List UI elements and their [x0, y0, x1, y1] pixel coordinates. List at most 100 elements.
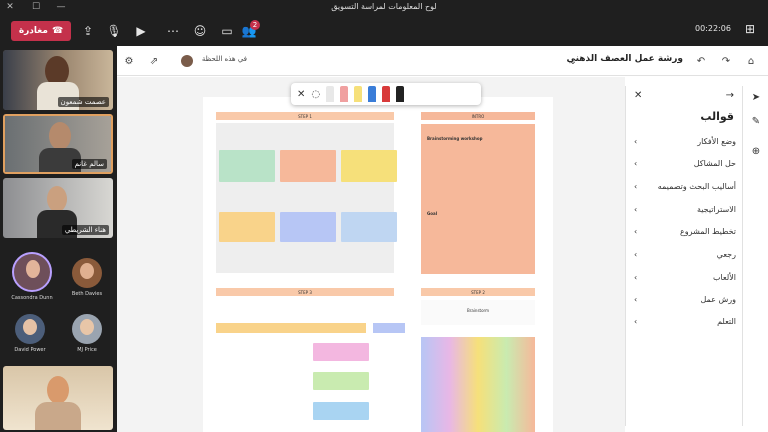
title-bar: ✕ ☐ — لوح المعلومات لمراسة التسويق — [0, 0, 768, 14]
template-category[interactable]: ‹ التعلم — [626, 314, 744, 328]
share-icon[interactable]: ⇪ — [80, 23, 96, 39]
step3-header: STEP 3 — [216, 288, 394, 296]
share-board-icon[interactable]: ⇗ — [148, 55, 160, 67]
sticky-grid — [421, 337, 535, 432]
template-category[interactable]: ‹ رجعي — [626, 247, 744, 261]
chevron-left-icon: ‹ — [634, 136, 638, 146]
template-category[interactable]: ‹ وضع الأفكار — [626, 134, 744, 148]
participant-avatar-tile[interactable]: MJ Price — [60, 314, 114, 368]
chevron-left-icon: ‹ — [634, 316, 638, 326]
sticky-group — [280, 150, 336, 182]
sticky-row — [313, 402, 369, 420]
select-pointer-icon[interactable]: ➤ — [749, 90, 763, 104]
category-label: حل المشاكل — [693, 158, 736, 168]
participant-name: David Power — [14, 347, 46, 353]
yellow-pen-icon[interactable] — [354, 86, 363, 102]
person-image — [47, 376, 69, 404]
category-label: رجعي — [716, 249, 736, 259]
layout-grid-icon[interactable]: ⊞ — [745, 23, 757, 35]
more-options-icon[interactable]: ⋯ — [165, 23, 181, 39]
intro-header: INTRO — [421, 112, 535, 120]
video-tile[interactable] — [3, 366, 113, 430]
avatar — [12, 252, 52, 292]
video-tile-active[interactable]: سالم غانم — [3, 114, 113, 174]
whiteboard-header: ⚙ ⇗ في هذه اللحظة ورشة عمل العصف الذهني … — [117, 46, 768, 76]
participant-avatar-tile[interactable]: Beth Davies — [60, 258, 114, 312]
template-category[interactable]: ‹ الألعاب — [626, 270, 744, 284]
person-shirt — [35, 402, 81, 430]
settings-icon[interactable]: ⚙ — [123, 55, 135, 67]
last-edited: في هذه اللحظة — [201, 55, 247, 63]
person-image — [49, 122, 71, 150]
template-category[interactable]: ‹ حل المشاكل — [626, 156, 744, 170]
avatar — [72, 314, 102, 344]
chevron-left-icon: ‹ — [634, 204, 638, 214]
template-category[interactable]: ‹ أساليب البحث وتصميمه — [626, 179, 744, 193]
camera-icon[interactable]: ▶ — [133, 23, 149, 39]
avatar — [15, 314, 45, 344]
template-category[interactable]: ‹ ورش عمل — [626, 292, 744, 306]
video-tile[interactable]: عصمت شمعون — [3, 50, 113, 110]
leave-button[interactable]: مغادرة ☎ — [11, 21, 71, 41]
category-label: تخطيط المشروع — [680, 226, 736, 236]
whiteboard-canvas[interactable]: STEP 1 INTRO Brainstorming workshop Goal… — [117, 77, 625, 432]
chevron-left-icon: ‹ — [634, 294, 638, 304]
phone-icon: ☎ — [51, 26, 64, 36]
person-image — [47, 186, 67, 212]
back-arrow-icon[interactable]: → — [726, 90, 734, 101]
category-label: وضع الأفكار — [697, 136, 736, 146]
reactions-icon[interactable]: ☺ — [192, 23, 208, 39]
chevron-left-icon: ‹ — [634, 249, 638, 259]
pen-icon[interactable]: ✎ — [749, 114, 763, 128]
window-title: لوح المعلومات لمراسة التسويق — [331, 2, 437, 11]
template-sheet: STEP 1 INTRO Brainstorming workshop Goal… — [203, 97, 553, 432]
category-label: ورش عمل — [700, 294, 737, 304]
lasso-icon[interactable]: ◌ — [311, 89, 320, 100]
participant-name: Beth Davies — [71, 291, 103, 297]
template-category[interactable]: ‹ تخطيط المشروع — [626, 224, 744, 238]
close-icon[interactable]: ✕ — [634, 90, 642, 101]
category-label: أساليب البحث وتصميمه — [657, 181, 736, 191]
sticky-row — [313, 372, 369, 390]
sticky-group — [341, 212, 397, 242]
intro-panel: Brainstorming workshop Goal — [421, 124, 535, 274]
undo-icon[interactable]: ↶ — [695, 55, 707, 67]
participant-avatar-tile[interactable]: Cassondra Dunn — [5, 252, 59, 306]
participant-name: MJ Price — [77, 347, 97, 353]
inking-toolbar: ✕ ◌ — [291, 83, 481, 105]
template-category[interactable]: ‹ الاستراتيجية — [626, 202, 744, 216]
chat-icon[interactable]: ▭ — [219, 23, 235, 39]
microphone-icon[interactable]: 🎙 — [106, 23, 122, 39]
brainstorm-box: Brainstorm — [421, 300, 535, 325]
category-label: الاستراتيجية — [696, 204, 736, 214]
participant-name: عصمت شمعون — [57, 97, 109, 107]
video-tile[interactable]: هناء الشريطي — [3, 178, 113, 238]
brainstorm-label: Brainstorm — [466, 308, 490, 313]
notification-badge: 2 — [250, 20, 260, 30]
eraser-icon[interactable] — [326, 86, 335, 102]
home-icon[interactable]: ⌂ — [745, 55, 757, 67]
participant-name: Cassondra Dunn — [11, 295, 53, 301]
blue-pen-icon[interactable] — [368, 86, 377, 102]
black-pen-icon[interactable] — [396, 86, 405, 102]
sticky-group — [341, 150, 397, 182]
call-timer: 00:22:06 — [695, 24, 731, 33]
goal-label: Goal — [427, 211, 438, 216]
sticky-group — [219, 212, 275, 242]
red-pen-icon[interactable] — [382, 86, 391, 102]
redo-icon[interactable]: ↷ — [720, 55, 732, 67]
intro-heading: Brainstorming workshop — [427, 136, 483, 141]
close-icon[interactable]: ✕ — [297, 89, 305, 100]
participant-name: سالم غانم — [71, 159, 107, 169]
whiteboard-area: ⚙ ⇗ في هذه اللحظة ورشة عمل العصف الذهني … — [117, 46, 768, 432]
side-tools: ➤ ✎ ⊕ — [743, 86, 768, 432]
step3-bar — [373, 323, 405, 333]
chevron-down-icon[interactable]: ⌄ — [567, 55, 579, 67]
step3-bar — [216, 323, 366, 333]
sticky-group — [219, 150, 275, 182]
highlighter-icon[interactable] — [340, 86, 349, 102]
add-icon[interactable]: ⊕ — [749, 144, 763, 158]
chevron-left-icon: ‹ — [634, 272, 638, 282]
participant-gallery: عصمت شمعون سالم غانم هناء الشريطي Casson… — [0, 46, 117, 432]
participant-avatar-tile[interactable]: David Power — [3, 314, 57, 368]
